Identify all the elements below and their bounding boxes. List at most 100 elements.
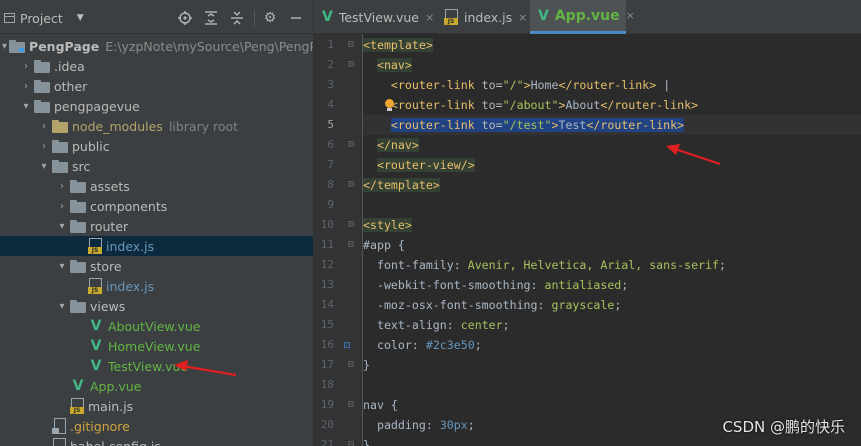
tree-item[interactable]: › components [0,196,313,216]
tree-item[interactable]: index.js [0,276,313,296]
code-line[interactable] [363,375,861,395]
fold-marker-icon[interactable]: ⊟ [348,359,354,370]
tree-item[interactable]: ▾ PengPage E:\yzpNote\mySource\Peng\PengPa… [0,36,313,56]
code-line[interactable]: font-family: Avenir, Helvetica, Arial, s… [363,255,861,275]
chevron-right-icon[interactable]: › [56,181,68,192]
tree-item[interactable]: ▾ store [0,256,313,276]
code-line[interactable]: <router-link to="/test">Test</router-lin… [363,115,861,135]
chevron-right-icon[interactable]: › [38,141,50,152]
excluded-folder-icon [52,119,68,133]
project-panel: Project ▼ ⚙ ▾ PengPage E:\yzpNote\mySource… [0,0,313,446]
tree-item-label: babel.config.js [70,438,161,446]
tree-item-label: App.vue [90,378,142,394]
code-line[interactable]: -webkit-font-smoothing: antialiased; [363,275,861,295]
chevron-down-icon[interactable]: ▾ [20,101,32,112]
chevron-right-icon[interactable]: › [38,121,50,132]
hide-icon[interactable] [287,9,305,27]
code-line[interactable]: <router-link to="/about">About</router-l… [363,95,861,115]
intention-bulb-icon[interactable] [384,99,394,111]
editor-area: VTestView.vue×index.js×VApp.vue× 1234567… [314,0,861,446]
code-line[interactable]: <router-view/> [363,155,861,175]
fold-marker-icon[interactable]: ⊟ [348,179,354,190]
tab-testview-vue[interactable]: V TestView.vue × [314,0,436,34]
chevron-down-icon[interactable]: ▾ [56,301,68,312]
js-file-icon [88,238,102,254]
code-line[interactable]: <template> [363,35,861,55]
code-line[interactable]: #app { [363,235,861,255]
fold-marker-icon[interactable]: ⊟ [348,239,354,250]
chevron-down-icon[interactable]: ▾ [56,261,68,272]
code-line[interactable] [363,195,861,215]
js-file-icon [70,398,84,414]
code-line[interactable]: <nav> [363,55,861,75]
target-icon[interactable] [176,9,194,27]
code-line[interactable]: text-align: center; [363,315,861,335]
code-line[interactable]: -moz-osx-font-smoothing: grayscale; [363,295,861,315]
tree-item[interactable]: V App.vue [0,376,313,396]
tab-app-vue[interactable]: V App.vue × [530,0,635,34]
tree-item-label: other [54,78,88,94]
chevron-right-icon[interactable]: › [56,201,68,212]
code-line[interactable]: nav { [363,395,861,415]
expand-all-icon[interactable] [202,9,220,27]
tree-item[interactable]: babel.config.js [0,436,313,446]
fold-marker-icon[interactable]: ⊟ [348,219,354,230]
tree-item[interactable]: › public [0,136,313,156]
fold-marker-icon[interactable]: ⊟ [348,39,354,50]
tree-item[interactable]: › other [0,76,313,96]
code-line[interactable]: <router-link to="/">Home</router-link> | [363,75,861,95]
color-swatch-icon[interactable] [344,342,350,348]
code-line[interactable]: </nav> [363,135,861,155]
close-icon[interactable]: × [425,11,434,24]
chevron-right-icon[interactable]: › [20,81,32,92]
gitignore-icon [52,418,66,434]
fold-marker-icon[interactable]: ⊟ [348,59,354,70]
tree-item-label: PengPage [29,38,100,54]
tree-item[interactable]: ▾ router [0,216,313,236]
tree-item[interactable]: index.js [0,236,313,256]
fold-marker-icon[interactable]: ⊟ [348,139,354,150]
code-editor[interactable]: <template> <nav> <router-link to="/">Hom… [363,34,861,446]
chevron-down-icon[interactable]: ▾ [56,221,68,232]
tree-item[interactable]: ▾ views [0,296,313,316]
code-line[interactable]: </template> [363,175,861,195]
folder-icon [52,139,68,153]
chevron-down-icon[interactable]: ▾ [2,41,7,52]
tree-item-label: components [90,198,168,214]
tree-item[interactable]: › assets [0,176,313,196]
tree-item[interactable]: main.js [0,396,313,416]
tree-item-label: main.js [88,398,134,414]
vue-file-icon: V [90,318,102,334]
tree-item[interactable]: ▾ src [0,156,313,176]
folder-icon [70,219,86,233]
line-number: 20 [320,418,334,431]
tree-item-label: AboutView.vue [108,318,201,334]
tree-item[interactable]: ▾ pengpagevue [0,96,313,116]
tree-item[interactable]: › .idea [0,56,313,76]
project-icon [4,13,15,23]
tree-item[interactable]: V AboutView.vue [0,316,313,336]
gear-icon[interactable]: ⚙ [261,9,279,27]
code-line[interactable]: <style> [363,215,861,235]
tree-item[interactable]: .gitignore [0,416,313,436]
code-line[interactable]: } [363,355,861,375]
fold-marker-icon[interactable]: ⊟ [348,399,354,410]
line-number: 21 [320,438,334,446]
chevron-down-icon[interactable]: ▾ [38,161,50,172]
tree-item-label: TestView.vue [108,358,189,374]
tree-item[interactable]: › node_modules library root [0,116,313,136]
project-view-selector[interactable]: Project ▼ [4,10,84,26]
code-line[interactable]: color: #2c3e50; [363,335,861,355]
line-number: 4 [327,98,334,111]
tree-item-label: .gitignore [70,418,130,434]
chevron-right-icon[interactable]: › [20,61,32,72]
tab-index-js[interactable]: index.js × [436,0,530,34]
collapse-all-icon[interactable] [228,9,246,27]
vue-file-icon: V [322,9,333,25]
close-icon[interactable]: × [518,11,527,24]
tree-item[interactable]: V TestView.vue [0,356,313,376]
library-root-hint: library root [168,118,239,134]
fold-marker-icon[interactable]: ⊟ [348,439,354,446]
tree-item[interactable]: V HomeView.vue [0,336,313,356]
close-icon[interactable]: × [626,9,635,22]
